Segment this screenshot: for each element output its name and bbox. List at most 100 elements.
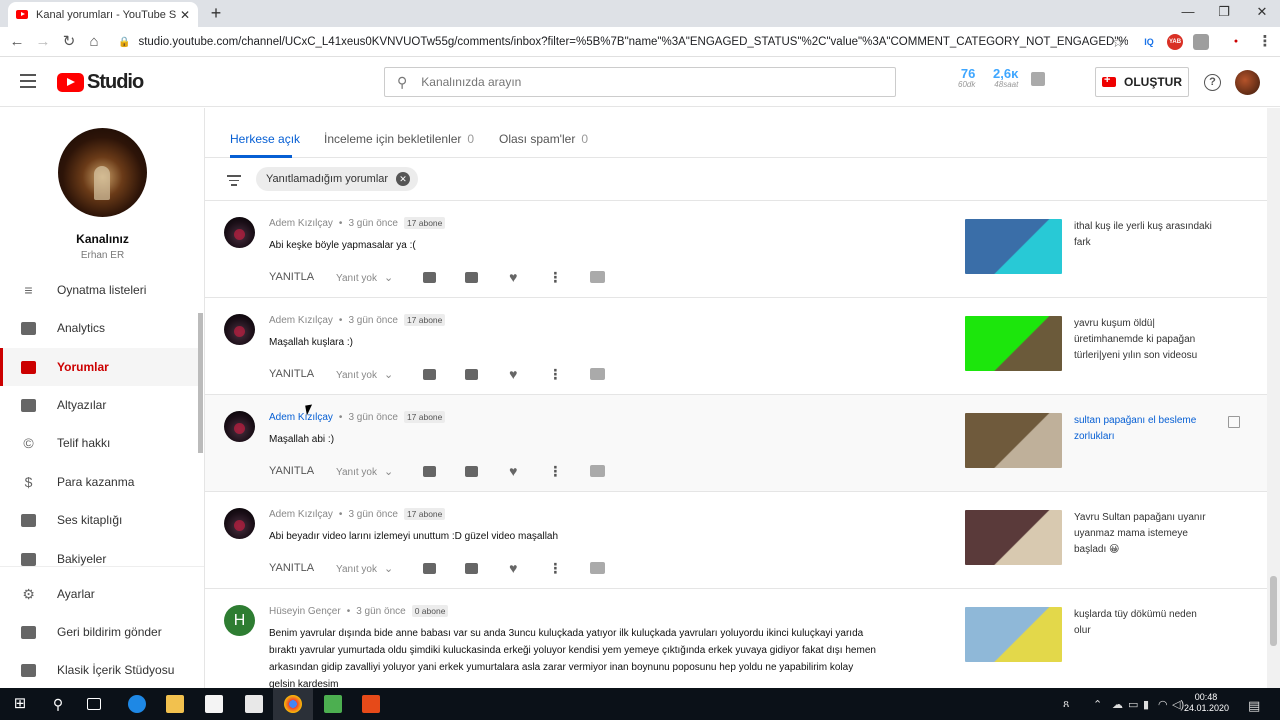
- channel-profile-picture[interactable]: [58, 128, 147, 217]
- store-icon[interactable]: [205, 695, 223, 713]
- dislike-icon[interactable]: [463, 561, 479, 575]
- move-to-review-icon[interactable]: [589, 270, 605, 284]
- minimize-window-button[interactable]: —: [1170, 0, 1206, 27]
- video-title[interactable]: yavru kuşum öldü| üretimhanemde ki papağ…: [1074, 316, 1214, 364]
- back-arrow-icon[interactable]: ←: [8, 33, 26, 51]
- edge-browser-icon[interactable]: [128, 695, 146, 713]
- onedrive-icon[interactable]: ☁: [1112, 698, 1123, 711]
- dislike-icon[interactable]: [463, 464, 479, 478]
- comment-time[interactable]: 3 gün önce: [348, 412, 398, 423]
- recorder-icon[interactable]: [362, 695, 380, 713]
- video-thumbnail[interactable]: [965, 219, 1062, 274]
- task-view-icon[interactable]: [87, 698, 101, 710]
- video-thumbnail[interactable]: [965, 413, 1062, 468]
- volume-icon[interactable]: ◁): [1172, 698, 1184, 711]
- close-window-button[interactable]: ✕: [1244, 0, 1280, 27]
- reply-button[interactable]: YANITLA: [269, 465, 314, 477]
- sidebar-item-subtitles[interactable]: Altyazılar: [0, 386, 200, 424]
- maximize-window-button[interactable]: ❐: [1206, 0, 1242, 27]
- commenter-avatar[interactable]: [224, 411, 255, 442]
- heart-icon[interactable]: ♥: [505, 560, 521, 576]
- filter-icon[interactable]: [227, 175, 241, 189]
- people-icon[interactable]: ጸ: [1063, 698, 1069, 711]
- create-button[interactable]: OLUŞTUR: [1095, 67, 1189, 97]
- windows-start-icon[interactable]: ⊞: [11, 695, 29, 713]
- tab-likely-spam[interactable]: Olası spam'ler 0: [499, 132, 588, 146]
- iq-extension-icon[interactable]: IQ: [1141, 34, 1157, 50]
- help-icon[interactable]: ?: [1204, 74, 1221, 91]
- like-icon[interactable]: [421, 270, 437, 284]
- like-icon[interactable]: [421, 561, 437, 575]
- video-title[interactable]: ithal kuş ile yerli kuş arasındaki fark: [1074, 219, 1214, 251]
- video-thumbnail[interactable]: [965, 510, 1062, 565]
- tab-public[interactable]: Herkese açık: [230, 132, 300, 146]
- comment-author[interactable]: Hüseyin Gençer: [269, 606, 341, 617]
- video-title[interactable]: sultan papağanı el besleme zorlukları: [1074, 413, 1214, 445]
- sidebar-scrollbar[interactable]: [198, 313, 203, 453]
- show-hidden-icons-icon[interactable]: ⌃: [1093, 698, 1102, 711]
- video-title[interactable]: kuşlarda tüy dökümü neden olur: [1074, 607, 1214, 639]
- analytics-chart-icon[interactable]: [1031, 72, 1045, 86]
- open-external-icon[interactable]: [1228, 416, 1240, 428]
- new-tab-button[interactable]: +: [206, 3, 226, 24]
- reload-icon[interactable]: ↻: [60, 33, 78, 51]
- more-options-icon[interactable]: ⋮: [547, 560, 563, 576]
- reply-status-dropdown[interactable]: Yanıt yok: [336, 562, 393, 575]
- commenter-avatar[interactable]: H: [224, 605, 255, 636]
- camtasia-icon[interactable]: [324, 695, 342, 713]
- move-to-review-icon[interactable]: [589, 561, 605, 575]
- reply-button[interactable]: YANITLA: [269, 368, 314, 380]
- sidebar-item-monetization[interactable]: $ Para kazanma: [0, 463, 200, 501]
- dislike-icon[interactable]: [463, 270, 479, 284]
- reply-button[interactable]: YANITLA: [269, 271, 314, 283]
- search-input[interactable]: [421, 75, 842, 89]
- like-icon[interactable]: [421, 367, 437, 381]
- comment-time[interactable]: 3 gün önce: [348, 509, 398, 520]
- tab-held-for-review[interactable]: İnceleme için bekletilenler 0: [324, 132, 474, 146]
- comment-time[interactable]: 3 gün önce: [356, 606, 406, 617]
- like-icon[interactable]: [421, 464, 437, 478]
- filter-chip-unanswered[interactable]: Yanıtlamadığım yorumlar ✕: [256, 167, 419, 191]
- reply-status-dropdown[interactable]: Yanıt yok: [336, 465, 393, 478]
- more-options-icon[interactable]: ⋮: [547, 463, 563, 479]
- dislike-icon[interactable]: [463, 367, 479, 381]
- clock[interactable]: 00:48 24.01.2020: [1184, 688, 1229, 720]
- heart-icon[interactable]: ♥: [505, 463, 521, 479]
- comment-author[interactable]: Adem Kızılçay: [269, 509, 333, 520]
- sidebar-item-classic-studio[interactable]: Klasik İçerik Stüdyosu: [0, 651, 200, 688]
- wifi-icon[interactable]: ◠: [1158, 698, 1168, 711]
- comment-time[interactable]: 3 gün önce: [348, 218, 398, 229]
- home-icon[interactable]: ⌂: [85, 33, 103, 51]
- browser-tab[interactable]: Kanal yorumları - YouTube Studio ✕: [8, 2, 198, 27]
- video-thumbnail[interactable]: [965, 607, 1062, 662]
- realtime-views-48h[interactable]: 2,6κ 48saat: [993, 67, 1018, 89]
- move-to-review-icon[interactable]: [589, 367, 605, 381]
- file-explorer-icon[interactable]: [166, 695, 184, 713]
- browser-menu-icon[interactable]: ⋮: [1256, 33, 1274, 51]
- comment-time[interactable]: 3 gün önce: [348, 315, 398, 326]
- forward-arrow-icon[interactable]: →: [34, 33, 52, 51]
- hamburger-menu-icon[interactable]: [20, 74, 36, 88]
- url-field[interactable]: 🔒 studio.youtube.com/channel/UCxC_L41xeu…: [118, 32, 1128, 52]
- network-icon[interactable]: ▮: [1143, 698, 1149, 711]
- reply-status-dropdown[interactable]: Yanıt yok: [336, 368, 393, 381]
- channel-search-box[interactable]: ⚲: [384, 67, 896, 97]
- notifications-icon[interactable]: ▤: [1248, 698, 1260, 714]
- reply-button[interactable]: YANITLA: [269, 562, 314, 574]
- tray-app-icon[interactable]: ▭: [1128, 698, 1138, 711]
- close-tab-icon[interactable]: ✕: [180, 8, 190, 22]
- video-thumbnail[interactable]: [965, 316, 1062, 371]
- scrollbar-thumb[interactable]: [1270, 576, 1277, 646]
- extension-icon[interactable]: [1193, 34, 1209, 50]
- sidebar-item-playlists[interactable]: ≡ Oynatma listeleri: [0, 271, 200, 309]
- comment-author[interactable]: Adem Kızılçay: [269, 412, 333, 423]
- main-scrollbar[interactable]: [1267, 108, 1280, 688]
- bookmark-star-icon[interactable]: ☆: [1109, 33, 1127, 51]
- remove-filter-icon[interactable]: ✕: [396, 172, 411, 186]
- account-avatar[interactable]: [1235, 70, 1260, 95]
- commenter-avatar[interactable]: [224, 217, 255, 248]
- move-to-review-icon[interactable]: [589, 464, 605, 478]
- commenter-avatar[interactable]: [224, 314, 255, 345]
- search-icon[interactable]: ⚲: [49, 695, 67, 713]
- sidebar-item-feedback[interactable]: Geri bildirim gönder: [0, 613, 200, 651]
